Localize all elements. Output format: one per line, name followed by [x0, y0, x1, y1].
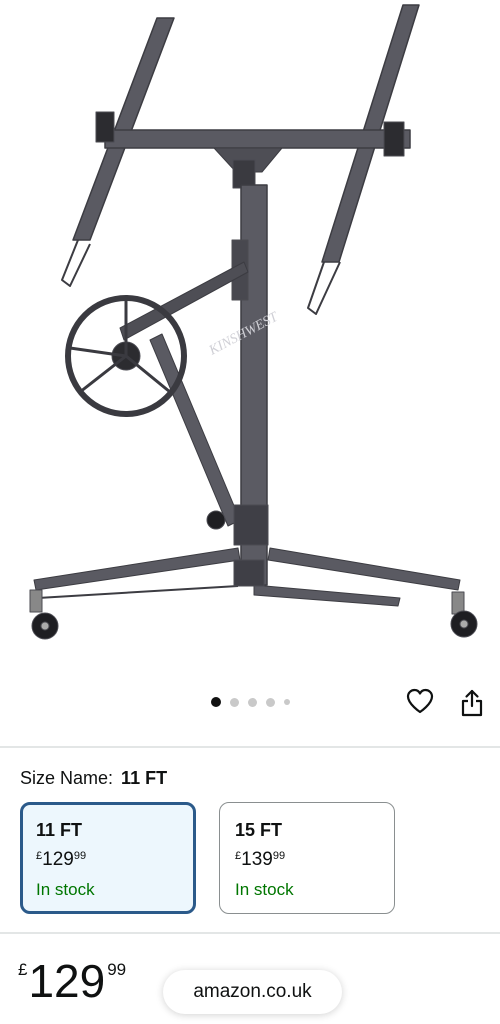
url-text: amazon.co.uk	[193, 981, 312, 1002]
size-option-price: £13999	[235, 849, 286, 870]
product-price: £129 99	[18, 958, 126, 1004]
size-selected-value: 11 FT	[121, 768, 168, 788]
carousel-dot[interactable]	[265, 697, 275, 707]
browser-url-bar[interactable]: amazon.co.uk	[163, 970, 342, 1014]
carousel-dot[interactable]	[283, 699, 290, 705]
product-image[interactable]: KINSHWEST	[0, 0, 500, 680]
price-whole: 129	[28, 955, 106, 1007]
drywall-lift-illustration: KINSHWEST	[29, 4, 478, 640]
share-icon	[461, 689, 483, 717]
carousel-dot[interactable]	[229, 697, 239, 707]
size-option-name: 11 FT	[36, 820, 83, 840]
size-option-availability: In stock	[36, 880, 95, 899]
size-label: Size Name:	[20, 768, 114, 788]
size-option-15ft[interactable]: 15 FT £13999 In stock	[219, 802, 395, 914]
share-button[interactable]	[455, 686, 489, 720]
heart-icon	[406, 688, 434, 714]
size-option-11ft[interactable]: 11 FT £12999 In stock	[20, 802, 196, 914]
size-selector-header: Size Name: 11 FT	[20, 768, 167, 789]
size-option-price: £12999	[36, 849, 87, 870]
size-option-availability: In stock	[235, 880, 294, 899]
section-divider	[0, 746, 500, 748]
wishlist-button[interactable]	[403, 684, 437, 718]
section-divider	[0, 932, 500, 934]
price-fraction: 99	[107, 960, 127, 979]
carousel-dot[interactable]	[210, 697, 221, 707]
size-option-name: 15 FT	[235, 820, 283, 840]
carousel-dot[interactable]	[247, 697, 257, 707]
price-currency: £	[18, 960, 28, 979]
